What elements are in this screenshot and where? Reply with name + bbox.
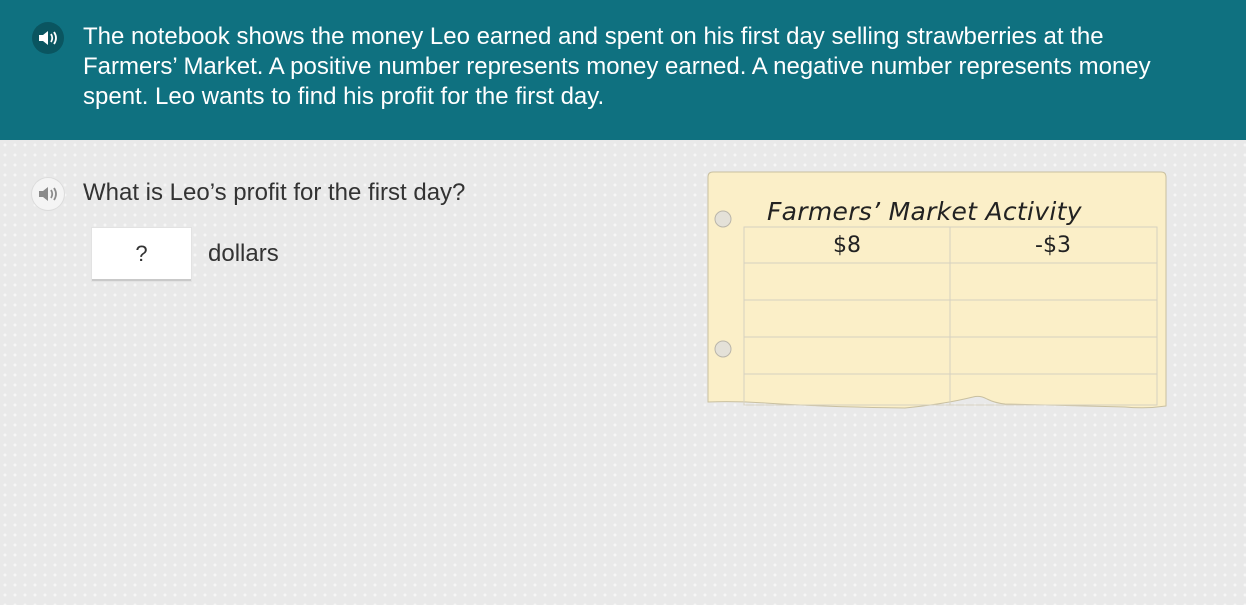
speaker-icon	[39, 187, 57, 201]
question-text: What is Leo’s profit for the first day?	[83, 179, 466, 206]
binder-hole	[714, 340, 732, 358]
answer-placeholder: ?	[135, 240, 148, 266]
answer-input[interactable]: ?	[92, 228, 191, 281]
question-audio-button[interactable]	[32, 178, 64, 210]
notebook-title: Farmers’ Market Activity	[767, 197, 1082, 226]
intro-text: The notebook shows the money Leo earned …	[83, 23, 1151, 110]
table-cell-spent: -$3	[1035, 233, 1071, 258]
binder-hole	[714, 210, 732, 228]
intro-audio-button[interactable]	[32, 22, 64, 54]
speaker-icon	[39, 31, 57, 45]
notebook: Farmers’ Market Activity $8 -$3	[705, 171, 1168, 413]
table-cell-earned: $8	[833, 233, 861, 258]
unit-label: dollars	[208, 240, 279, 267]
